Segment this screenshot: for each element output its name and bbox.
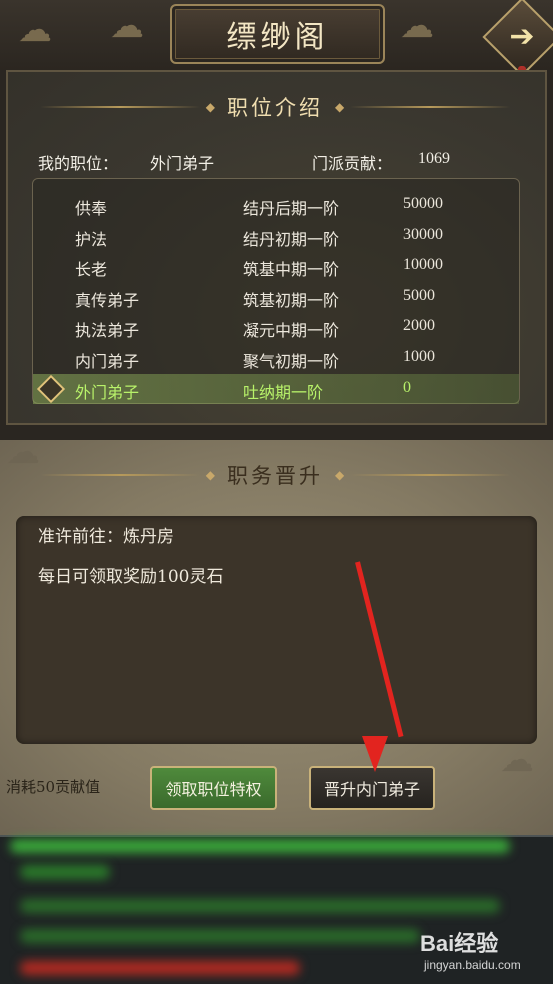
rank-row-selected[interactable]: 外门弟子 吐纳期一阶 0 bbox=[33, 374, 519, 404]
promotion-description-box bbox=[16, 516, 537, 744]
title-plate: 缥缈阁 bbox=[170, 4, 385, 64]
rank-requirement: 结丹后期一阶 bbox=[243, 199, 340, 218]
rank-contribution: 30000 bbox=[403, 226, 443, 243]
rank-contribution: 2000 bbox=[403, 317, 435, 334]
blurred-chat-line bbox=[20, 961, 300, 975]
rank-contribution: 1000 bbox=[403, 348, 435, 365]
arrow-right-icon[interactable]: ➔ bbox=[505, 18, 539, 56]
rank-row[interactable]: 执法弟子 凝元中期一阶 2000 bbox=[33, 312, 519, 342]
diamond-icon: ◆ bbox=[335, 468, 345, 482]
rank-row[interactable]: 护法 结丹初期一阶 30000 bbox=[33, 221, 519, 251]
blurred-chat-line bbox=[20, 929, 420, 943]
rank-row[interactable]: 真传弟子 筑基初期一阶 5000 bbox=[33, 282, 519, 312]
rank-name: 供奉 bbox=[75, 199, 108, 218]
rank-requirement: 筑基中期一阶 bbox=[243, 260, 340, 279]
header-divider bbox=[350, 106, 510, 108]
rank-name: 护法 bbox=[75, 230, 108, 249]
rank-contribution: 0 bbox=[403, 379, 411, 396]
selected-diamond-icon bbox=[36, 374, 66, 404]
cost-text: 消耗50贡献值 bbox=[6, 778, 101, 796]
rank-requirement: 吐纳期一阶 bbox=[243, 383, 324, 402]
description-line: 准许前往：炼丹房 bbox=[38, 527, 174, 547]
rank-contribution: 5000 bbox=[403, 287, 435, 304]
blurred-chat-line bbox=[20, 899, 500, 913]
rank-name: 真传弟子 bbox=[75, 291, 140, 310]
cloud-ornament-mid-left: ☁ bbox=[6, 432, 40, 472]
page-title: 缥缈阁 bbox=[226, 20, 329, 55]
diamond-icon: ◆ bbox=[205, 100, 215, 114]
contribution-value: 1069 bbox=[418, 150, 450, 167]
cloud-ornament-left-2: ☁ bbox=[110, 6, 144, 46]
rank-contribution: 10000 bbox=[403, 256, 443, 273]
blurred-chat-line bbox=[10, 839, 510, 853]
description-line: 每日可领取奖励100灵石 bbox=[38, 567, 224, 587]
rank-name: 长老 bbox=[75, 260, 108, 279]
my-position-value: 外门弟子 bbox=[150, 154, 215, 173]
diamond-icon: ◆ bbox=[205, 468, 215, 482]
cloud-ornament-mid-right: ☁ bbox=[500, 740, 534, 780]
rank-requirement: 聚气初期一阶 bbox=[243, 352, 340, 371]
rank-table: 供奉 结丹后期一阶 50000 护法 结丹初期一阶 30000 长老 筑基中期一… bbox=[32, 178, 520, 404]
rank-requirement: 结丹初期一阶 bbox=[243, 230, 340, 249]
promote-button[interactable]: 晋升内门弟子 bbox=[309, 766, 435, 810]
header-divider bbox=[40, 474, 200, 476]
watermark-brand: Bai经验 bbox=[420, 931, 499, 956]
cloud-ornament-left: ☁ bbox=[18, 10, 52, 50]
rank-contribution: 50000 bbox=[403, 195, 443, 212]
promotion-title: 职务晋升 bbox=[227, 464, 323, 488]
rank-requirement: 凝元中期一阶 bbox=[243, 321, 340, 340]
diamond-icon: ◆ bbox=[335, 100, 345, 114]
claim-privilege-button[interactable]: 领取职位特权 bbox=[150, 766, 277, 810]
rank-name: 外门弟子 bbox=[75, 383, 140, 402]
header-divider bbox=[350, 474, 510, 476]
position-intro-header: ◆ 职位介绍 ◆ bbox=[40, 90, 510, 124]
watermark-url: jingyan.baidu.com bbox=[424, 958, 521, 972]
position-intro-title: 职位介绍 bbox=[227, 96, 323, 120]
blurred-chat-line bbox=[20, 865, 110, 879]
my-position-label: 我的职位： bbox=[38, 154, 119, 173]
rank-row[interactable]: 内门弟子 聚气初期一阶 1000 bbox=[33, 343, 519, 373]
cloud-ornament-right: ☁ bbox=[400, 6, 434, 46]
header-divider bbox=[40, 106, 200, 108]
annotation-arrow-head bbox=[362, 736, 388, 772]
rank-name: 内门弟子 bbox=[75, 352, 140, 371]
rank-row[interactable]: 长老 筑基中期一阶 10000 bbox=[33, 251, 519, 281]
rank-name: 执法弟子 bbox=[75, 321, 140, 340]
rank-row[interactable]: 供奉 结丹后期一阶 50000 bbox=[33, 190, 519, 220]
rank-requirement: 筑基初期一阶 bbox=[243, 291, 340, 310]
promotion-header: ◆ 职务晋升 ◆ bbox=[40, 458, 510, 492]
contribution-label: 门派贡献： bbox=[312, 154, 393, 173]
